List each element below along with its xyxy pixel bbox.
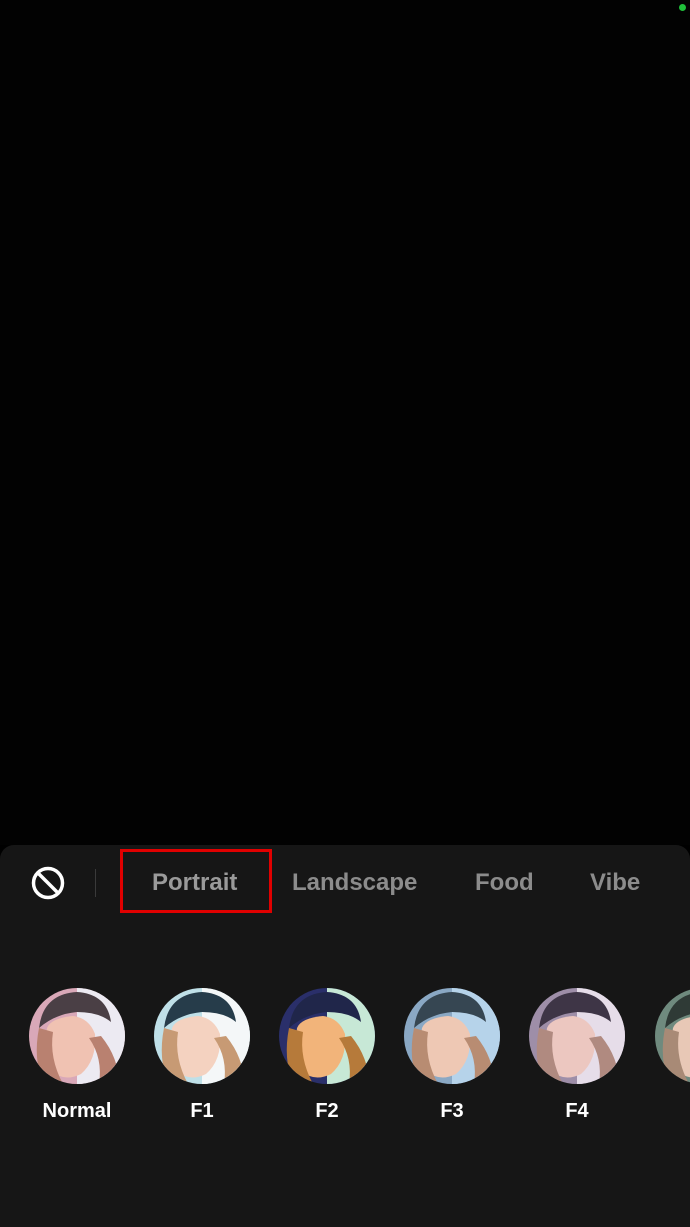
filter-panel: Portrait Landscape Food Vibe Normal F1 F… [0, 845, 690, 1227]
filter-f4[interactable]: F4 [522, 988, 632, 1123]
tab-landscape[interactable]: Landscape [292, 863, 417, 903]
filter-label: F2 [315, 1100, 339, 1122]
filter-f5-thumbnail [655, 988, 690, 1084]
filter-f3-thumbnail [404, 988, 500, 1084]
filter-label: F1 [190, 1100, 214, 1122]
camera-active-indicator [679, 4, 686, 11]
filter-f5[interactable] [647, 988, 690, 1084]
filter-f1-thumbnail [154, 988, 250, 1084]
selection-highlight [120, 849, 272, 913]
filter-f3[interactable]: F3 [397, 988, 507, 1123]
filter-category-tabs: Portrait Landscape Food Vibe [0, 863, 690, 903]
filter-normal-thumbnail [29, 988, 125, 1084]
filter-f1[interactable]: F1 [147, 988, 257, 1123]
tab-food[interactable]: Food [475, 863, 534, 903]
camera-preview [0, 0, 690, 845]
filter-list: Normal F1 F2 F3 F4 [0, 988, 690, 1128]
filter-f4-thumbnail [529, 988, 625, 1084]
filter-f2-thumbnail [279, 988, 375, 1084]
filter-f2[interactable]: F2 [272, 988, 382, 1123]
tab-vibe[interactable]: Vibe [590, 863, 640, 903]
filter-normal[interactable]: Normal [22, 988, 132, 1123]
filter-label: F4 [565, 1100, 589, 1122]
filter-label: F3 [440, 1100, 464, 1122]
filter-label: Normal [42, 1100, 112, 1122]
